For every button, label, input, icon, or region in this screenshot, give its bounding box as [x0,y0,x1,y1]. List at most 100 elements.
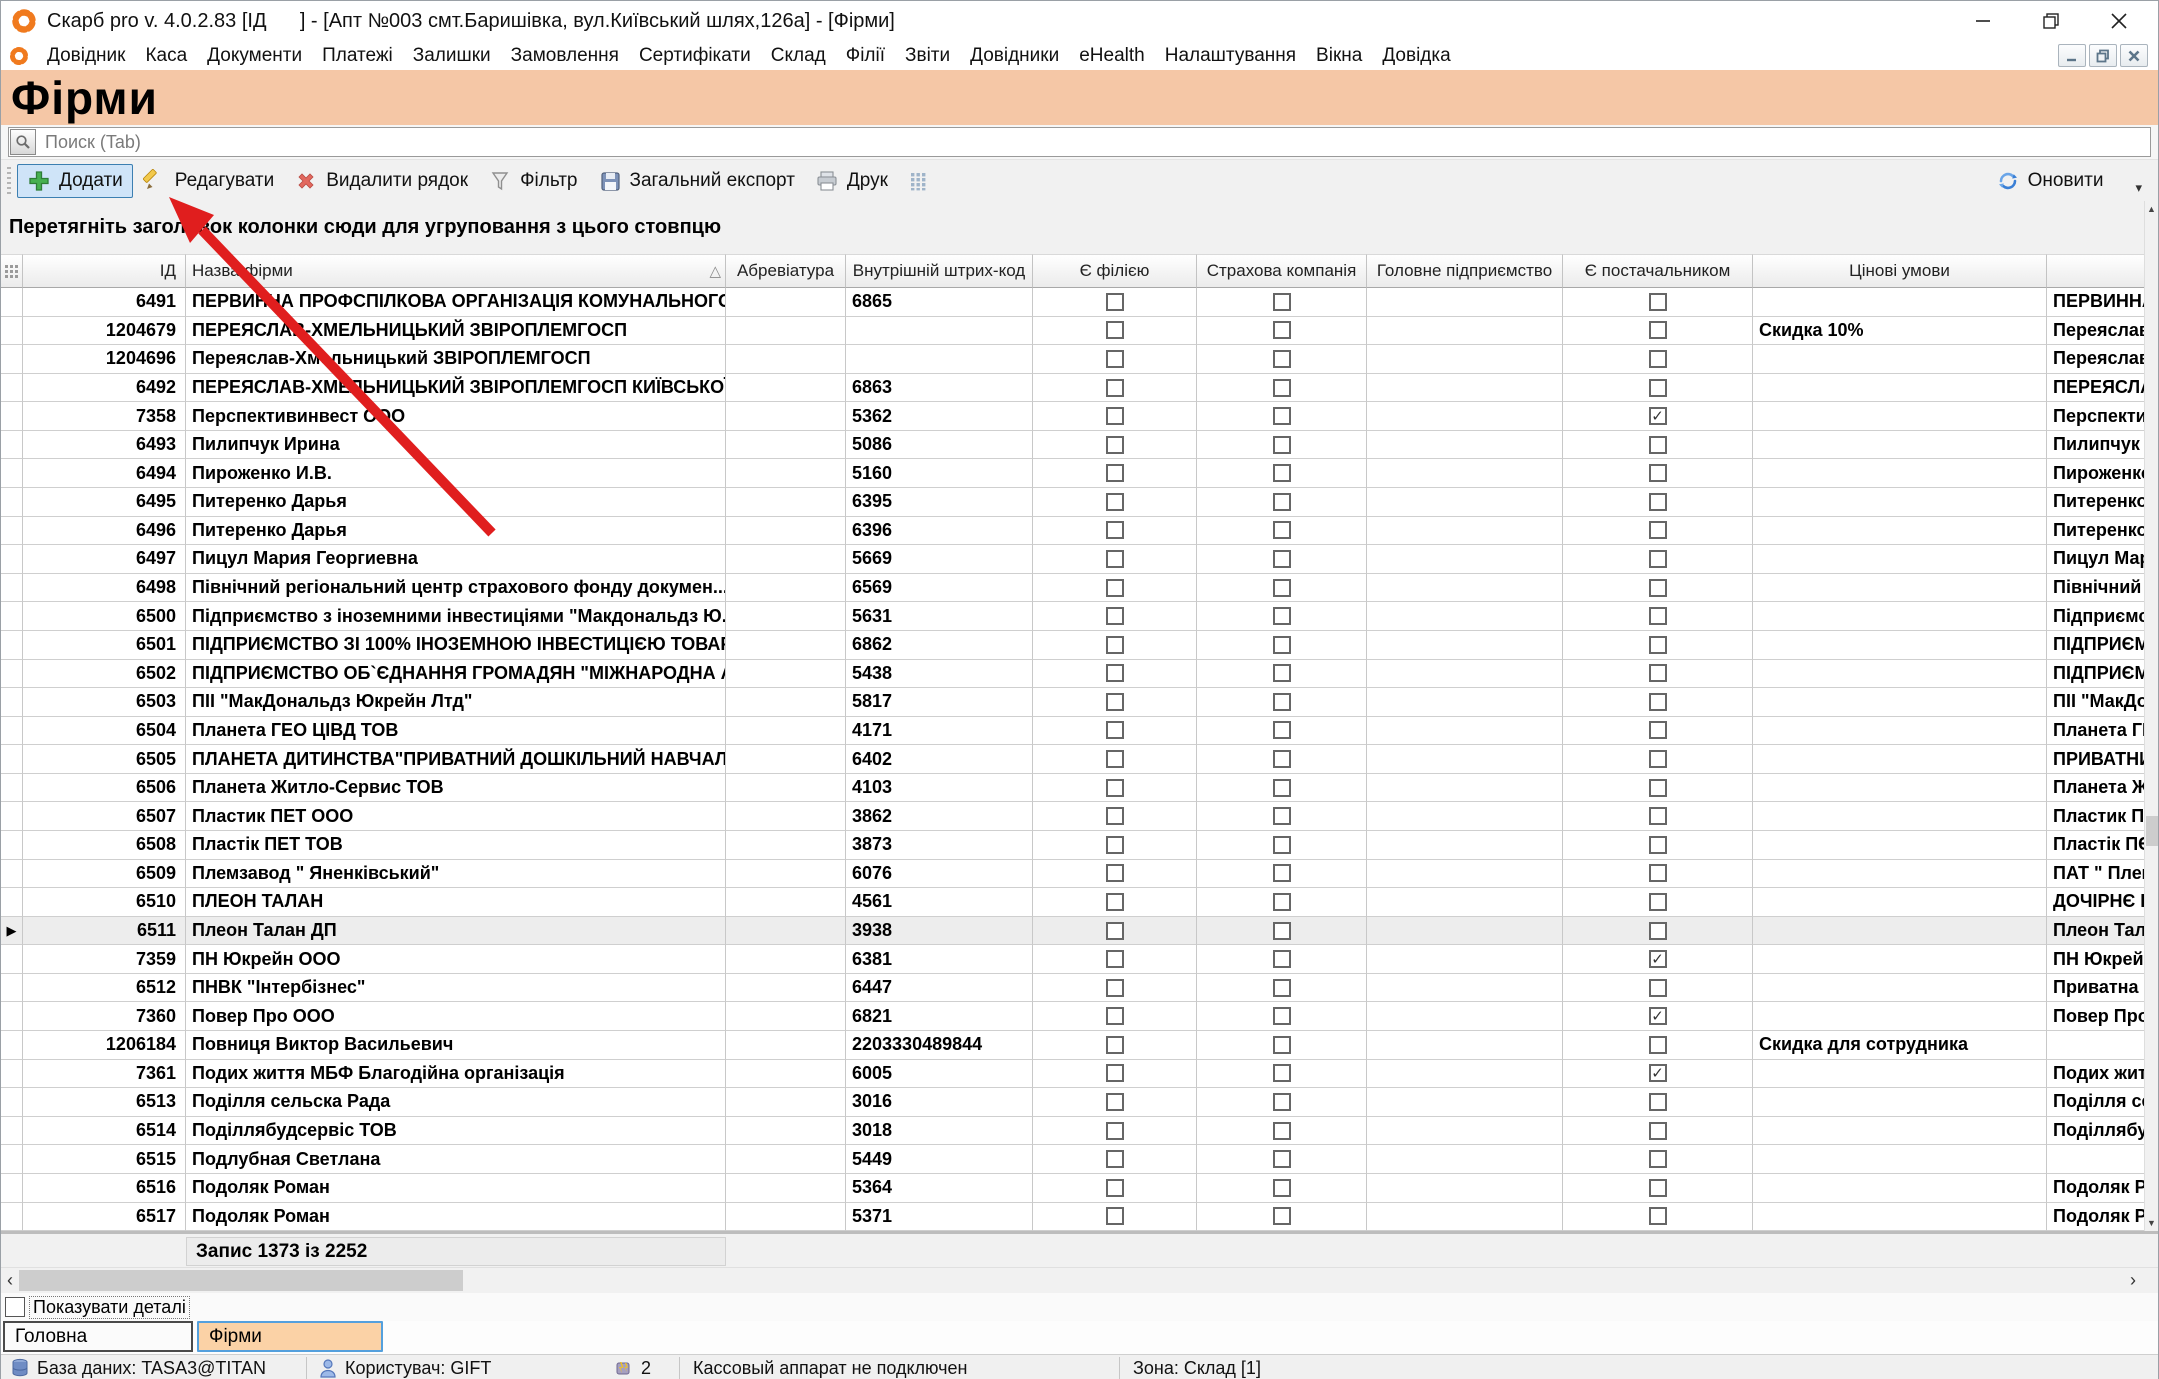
cell-is-branch-checkbox[interactable] [1105,1178,1124,1197]
cell-insurance-company-checkbox[interactable] [1272,464,1291,483]
restore-button[interactable] [2040,10,2062,32]
scroll-left-arrow-icon[interactable]: ‹ [1,1268,19,1293]
cell-insurance-company-checkbox[interactable] [1272,892,1291,911]
cell-is-branch-checkbox[interactable] [1105,635,1124,654]
cell-insurance-company-checkbox[interactable] [1272,835,1291,854]
horizontal-scrollbar[interactable]: ‹ › [1,1267,2158,1294]
cell-is-supplier-checkbox[interactable] [1648,1150,1667,1169]
cell-is-supplier-checkbox[interactable] [1648,521,1667,540]
table-row[interactable]: 6497Пицул Мария Георгиевна 5669 Пицул Мари [1,545,2146,574]
table-row[interactable]: 7358Перспективинвест ООО 5362 ✓ Перспектив [1,402,2146,431]
menu-item-2[interactable]: Каса [135,43,197,69]
table-row[interactable]: 6500 Підприємство з іноземними інвестиція… [1,602,2146,631]
cell-is-branch-checkbox[interactable] [1105,864,1124,883]
tab-home[interactable]: Головна [3,1321,193,1353]
cell-insurance-company-checkbox[interactable] [1272,321,1291,340]
table-row[interactable]: 6514Поділлябудсервіс ТОВ 3018 Поділлябуд [1,1116,2146,1146]
cell-is-supplier-checkbox[interactable] [1648,664,1667,683]
header-parent-company[interactable]: Головне підприємство [1367,254,1563,288]
mdi-restore-button[interactable] [2089,44,2117,67]
mdi-minimize-button[interactable] [2058,44,2086,67]
cell-is-supplier-checkbox[interactable] [1648,1207,1667,1226]
tab-firms[interactable]: Фірми [197,1321,383,1353]
cell-is-branch-checkbox[interactable] [1105,578,1124,597]
cell-insurance-company-checkbox[interactable] [1272,435,1291,454]
cell-is-supplier-checkbox[interactable] [1648,435,1667,454]
cell-insurance-company-checkbox[interactable] [1272,349,1291,368]
cell-is-branch-checkbox[interactable] [1105,321,1124,340]
table-row[interactable]: 6505 ПЛАНЕТА ДИТИНСТВА"ПРИВАТНИЙ ДОШКІЛЬН… [1,745,2146,774]
table-row[interactable]: ▶ 6511 Плеон Талан ДП 3938 Плеон Тала [1,916,2146,946]
header-is-supplier[interactable]: Є постачальником [1563,254,1753,288]
scroll-up-arrow-icon[interactable]: ▲ [2145,201,2158,217]
menu-item-7[interactable]: Сертифікати [629,43,761,69]
header-firm-name[interactable]: Назва фірми △ [186,254,726,288]
cell-is-branch-checkbox[interactable] [1105,892,1124,911]
menu-item-10[interactable]: Звіти [895,43,960,69]
table-row[interactable]: 7361 Подих життя МБФ Благодійна організац… [1,1059,2146,1089]
cell-is-supplier-checkbox[interactable] [1648,892,1667,911]
vertical-scroll-thumb[interactable] [2146,816,2158,846]
cell-insurance-company-checkbox[interactable] [1272,1207,1291,1226]
table-row[interactable]: 1206184 Повниця Виктор Васильевич 22033304… [1,1031,2146,1060]
filter-button[interactable]: Фільтр [478,164,587,198]
cell-is-branch-checkbox[interactable] [1105,607,1124,626]
cell-is-branch-checkbox[interactable] [1105,1064,1124,1083]
cell-is-supplier-checkbox[interactable] [1648,864,1667,883]
cell-is-branch-checkbox[interactable] [1105,292,1124,311]
cell-is-supplier-checkbox[interactable] [1648,635,1667,654]
show-details-checkbox[interactable] [5,1297,25,1318]
table-row[interactable]: 6495Питеренко Дарья 6395 Питеренко Д [1,488,2146,517]
table-row[interactable]: 6512 ПНВК "Інтербізнес" 6447 Приватна н [1,973,2146,1003]
cell-insurance-company-checkbox[interactable] [1272,521,1291,540]
header-extra[interactable] [2047,254,2146,288]
cell-insurance-company-checkbox[interactable] [1272,407,1291,426]
cell-is-supplier-checkbox[interactable] [1648,607,1667,626]
cell-is-supplier-checkbox[interactable] [1648,492,1667,511]
cell-insurance-company-checkbox[interactable] [1272,692,1291,711]
cell-is-branch-checkbox[interactable] [1105,1007,1124,1026]
cell-insurance-company-checkbox[interactable] [1272,292,1291,311]
mdi-close-button[interactable] [2120,44,2148,67]
table-row[interactable]: 6502 ПІДПРИЄМСТВО ОБ`ЄДНАННЯ ГРОМАДЯН "МІ… [1,659,2146,689]
cell-insurance-company-checkbox[interactable] [1272,778,1291,797]
scroll-right-arrow-icon[interactable]: › [2124,1268,2142,1293]
column-chooser-icon[interactable] [906,169,930,193]
cell-is-supplier-checkbox[interactable] [1648,1121,1667,1140]
cell-insurance-company-checkbox[interactable] [1272,1092,1291,1111]
cell-is-supplier-checkbox[interactable] [1648,1092,1667,1111]
cell-is-supplier-checkbox[interactable]: ✓ [1648,1064,1667,1083]
cell-insurance-company-checkbox[interactable] [1272,864,1291,883]
minimize-button[interactable] [1972,10,1994,32]
cell-is-supplier-checkbox[interactable] [1648,378,1667,397]
menu-item-13[interactable]: Налаштування [1155,43,1306,69]
table-row[interactable]: 7359 ПН Юкрейн ООО 6381 ✓ ПН Юкрейн [1,945,2146,974]
cell-is-supplier-checkbox[interactable] [1648,349,1667,368]
menu-item-15[interactable]: Довідка [1372,43,1460,69]
cell-is-branch-checkbox[interactable] [1105,378,1124,397]
cell-is-supplier-checkbox[interactable] [1648,292,1667,311]
table-row[interactable]: 6510ПЛЕОН ТАЛАН 4561 ДОЧІРНЄ ПІ [1,888,2146,917]
edit-button[interactable]: Редагувати [133,164,284,198]
cell-is-branch-checkbox[interactable] [1105,1207,1124,1226]
cell-insurance-company-checkbox[interactable] [1272,378,1291,397]
toolbar-grip[interactable] [7,166,11,195]
cell-is-supplier-checkbox[interactable] [1648,750,1667,769]
cell-is-branch-checkbox[interactable] [1105,750,1124,769]
table-row[interactable]: 7360 Повер Про ООО 6821 ✓ Повер Про [1,1002,2146,1032]
print-button[interactable]: Друк [805,164,898,198]
cell-insurance-company-checkbox[interactable] [1272,578,1291,597]
cell-is-supplier-checkbox[interactable] [1648,778,1667,797]
cell-is-supplier-checkbox[interactable] [1648,464,1667,483]
cell-insurance-company-checkbox[interactable] [1272,750,1291,769]
cell-insurance-company-checkbox[interactable] [1272,721,1291,740]
cell-is-supplier-checkbox[interactable] [1648,578,1667,597]
cell-is-branch-checkbox[interactable] [1105,549,1124,568]
delete-row-button[interactable]: Видалити рядок [284,164,478,198]
menu-item-12[interactable]: eHealth [1069,43,1155,69]
table-row[interactable]: 6517Подоляк Роман 5371 Подоляк Ро [1,1202,2146,1232]
table-row[interactable]: 6491 ПЕРВИННА ПРОФСПІЛКОВА ОРГАНІЗАЦІЯ КО… [1,288,2146,317]
table-row[interactable]: 6506 Планета Житло-Сервис ТОВ 4103 Планета … [1,773,2146,803]
cell-is-branch-checkbox[interactable] [1105,1035,1124,1054]
table-row[interactable]: 6513Поділля сельска Рада 3016 Поділля сел [1,1088,2146,1117]
